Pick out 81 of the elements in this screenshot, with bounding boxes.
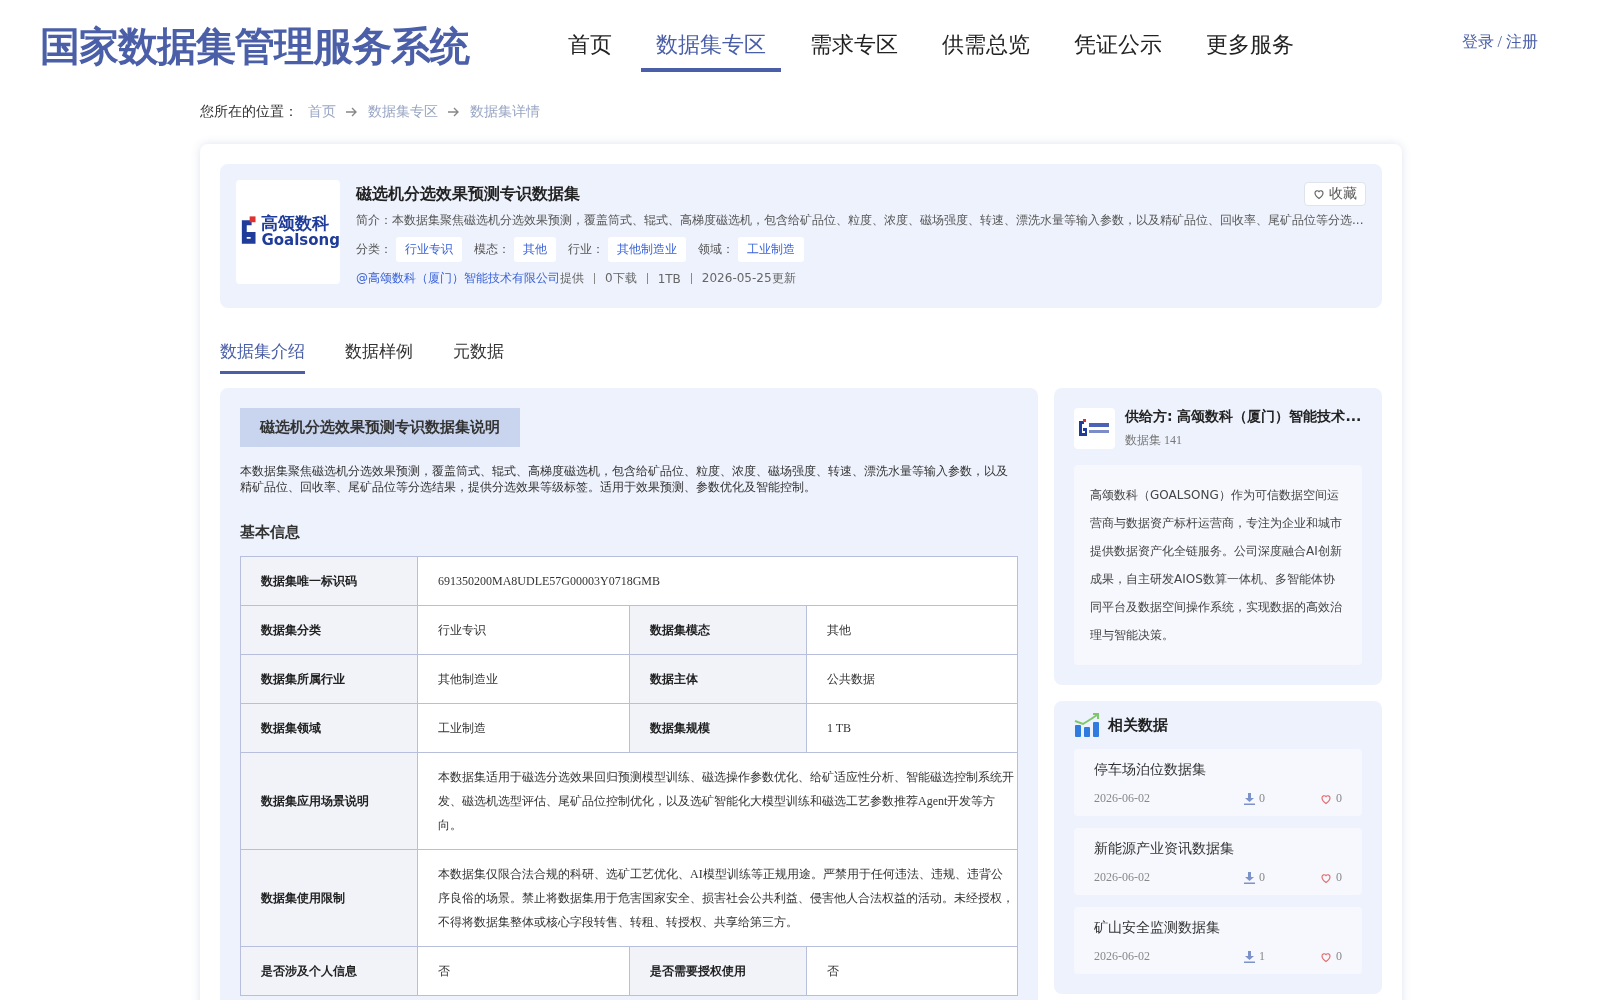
table-cell: 数据集模态: [630, 606, 807, 654]
table-cell: 数据集唯一标识码: [241, 557, 418, 605]
related-item[interactable]: 停车场泊位数据集 2026-06-02 0 0: [1074, 749, 1362, 816]
tag: 行业专识: [396, 237, 462, 262]
breadcrumb-label: 您所在的位置：: [200, 103, 298, 121]
arrow-icon: [448, 107, 460, 117]
meta-text: 1TB: [657, 271, 681, 286]
tag-label: 领域：: [698, 241, 734, 258]
nav-tab[interactable]: 供需总览: [927, 20, 1045, 72]
tab[interactable]: 数据样例: [345, 340, 413, 374]
meta-text: 提供: [560, 270, 584, 287]
logo-text: Goalsong: [261, 233, 340, 249]
tag-label: 分类：: [356, 241, 392, 258]
dataset-summary: 简介：本数据集聚焦磁选机分选效果预测，覆盖筒式、辊式、高梯度磁选机，包含给矿品位、粒度、浓度、磁场强度、转速、漂洗水量等输入参数，以及精矿品位、回收率、尾矿品位等分选...: [356, 212, 1365, 229]
supplier-description: 高颂数科（GOALSONG）作为可信数据空间运营商与数据资产标杆运营商，专注为企业和城市提供数据资产化全链服务。公司深度融合AI创新成果，自主研发AIOS数算一体机、多智能体协同平台及数据空间操作系统，实现数据的高效治理与智能决策。: [1074, 465, 1362, 665]
tab[interactable]: 元数据: [453, 340, 504, 374]
related-item[interactable]: 新能源产业资讯数据集 2026-06-02 0 0: [1074, 828, 1362, 895]
tag: 工业制造: [738, 237, 804, 262]
download-icon: [1244, 950, 1255, 963]
logo-text: 高颂数科: [261, 215, 330, 234]
table-cell-text: 691350200MA8UDLE57G00003Y0718GMB: [437, 573, 661, 590]
related-item[interactable]: 矿山安全监测数据集 2026-06-02 1 0: [1074, 907, 1362, 974]
table-cell: 是否需要授权使用: [630, 947, 807, 995]
table-cell: 数据主体: [630, 655, 807, 703]
section-title: 基本信息: [240, 523, 301, 542]
download-icon: [1244, 871, 1255, 884]
date-text: 2026-06-02: [1094, 870, 1151, 885]
description-text: 本数据集聚焦磁选机分选效果预测，覆盖筒式、辊式、高梯度磁选机，包含给矿品位、粒度、浓度、磁场强度、转速、漂洗水量等输入参数，以及精矿品位、回收率、尾矿品位等分选结果，提供分选效果等级标签。适用于效果预测、参数优化及智能控制。: [240, 463, 1009, 495]
login-link[interactable]: 登录 / 注册: [1461, 31, 1538, 53]
tab[interactable]: 数据集介绍: [220, 340, 305, 374]
heart-icon: [1313, 188, 1325, 200]
download-count: 1: [1259, 949, 1265, 964]
tag-label: 模态：: [474, 241, 510, 258]
favorite-button[interactable]: 收藏: [1304, 182, 1366, 206]
heart-icon: [1320, 871, 1332, 884]
like-count: 0: [1336, 949, 1342, 964]
section-title: 相关数据: [1108, 715, 1168, 735]
like-count: 0: [1336, 791, 1342, 806]
nav-tab[interactable]: 凭证公示: [1059, 20, 1177, 72]
table-cell: 是否涉及个人信息: [241, 947, 418, 995]
table-cell: 数据集所属行业: [241, 655, 418, 703]
company-logo-icon: [1074, 408, 1115, 449]
date-text: 2026-06-02: [1094, 949, 1151, 964]
dataset-title: 磁选机分选效果预测专识数据集: [356, 183, 580, 205]
nav-tab[interactable]: 首页: [553, 20, 627, 72]
table-cell-text: 本数据集适用于磁选分选效果回归预测模型训练、磁选操作参数优化、给矿适应性分析、智能磁选控制系统开发、磁选机选型评估、尾矿品位控制优化，以及选矿智能化大模型训练和磁选工艺参数推荐Agent开发等方向。: [437, 769, 1015, 834]
table-cell: 数据集领域: [241, 704, 418, 752]
heart-icon: [1320, 792, 1332, 805]
related-name: 停车场泊位数据集: [1094, 761, 1207, 779]
bar-chart-icon: [1074, 713, 1100, 737]
date-text: 2026-06-02: [1094, 791, 1151, 806]
download-count: 0: [1259, 791, 1265, 806]
provider-link[interactable]: @高颂数科（厦门）智能技术有限公司: [356, 270, 560, 287]
like-count: 0: [1336, 870, 1342, 885]
table-cell: 数据集使用限制: [241, 850, 418, 946]
tag: 其他制造业: [608, 237, 686, 262]
table-cell-text: 否: [826, 963, 840, 980]
tag: 其他: [514, 237, 556, 262]
dataset-count: 数据集 141: [1125, 432, 1183, 449]
download-count: 0: [1259, 870, 1265, 885]
nav-tab[interactable]: 数据集专区: [641, 20, 781, 72]
table-cell: 数据集应用场景说明: [241, 753, 418, 849]
table-cell-text: 其他: [826, 622, 852, 639]
arrow-icon: [346, 107, 358, 117]
site-title: 国家数据集管理服务系统: [40, 21, 471, 71]
section-heading: 磁选机分选效果预测专识数据集说明: [240, 408, 520, 447]
download-icon: [1244, 792, 1255, 805]
nav-tab[interactable]: 需求专区: [795, 20, 913, 72]
table-cell: 数据集分类: [241, 606, 418, 654]
table-cell-text: 公共数据: [826, 671, 876, 688]
supplier-name: 供给方: 高颂数科（厦门）智能技术...: [1125, 408, 1362, 426]
related-name: 新能源产业资讯数据集: [1094, 840, 1235, 858]
table-cell: 数据集规模: [630, 704, 807, 752]
heart-icon: [1320, 950, 1332, 963]
related-name: 矿山安全监测数据集: [1094, 919, 1221, 937]
meta-text: 2026-05-25更新: [701, 270, 796, 287]
table-cell-text: 1 TB: [826, 720, 853, 737]
nav-tab[interactable]: 更多服务: [1191, 20, 1309, 72]
tag-label: 行业：: [568, 241, 604, 258]
table-cell-text: 本数据集仅限合法合规的科研、选矿工艺优化、AI模型训练等正规用途。严禁用于任何违法、违规、违背公序良俗的场景。禁止将数据集用于危害国家安全、损害社会公共利益、侵害他人合法权益的活动。未经授权，不得将数据集整体或核心字段转售、转租、转授权、共享给第三方。: [437, 866, 1015, 931]
meta-text: 0下载: [605, 270, 637, 287]
